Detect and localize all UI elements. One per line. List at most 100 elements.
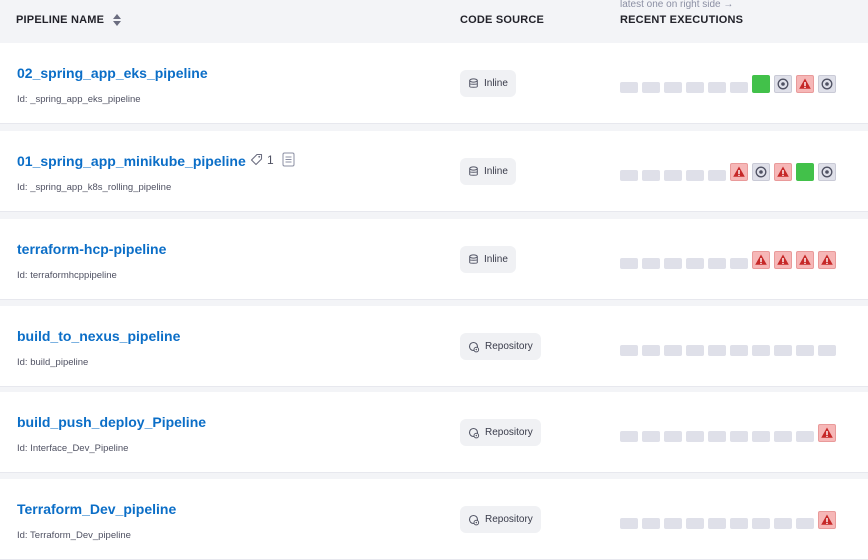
pipeline-row[interactable]: terraform-hcp-pipeline Id: terraformhcppi… (0, 219, 868, 300)
execution-empty[interactable] (796, 431, 814, 442)
repository-icon (468, 341, 480, 352)
execution-empty[interactable] (620, 431, 638, 442)
pipeline-meta: 1 (250, 152, 295, 167)
pipeline-name-link[interactable]: terraform-hcp-pipeline (17, 241, 166, 257)
pipeline-name-link[interactable]: Terraform_Dev_pipeline (17, 501, 176, 517)
execution-empty[interactable] (642, 345, 660, 356)
execution-empty[interactable] (686, 82, 704, 93)
warning-icon (821, 427, 833, 438)
execution-empty[interactable] (642, 258, 660, 269)
execution-empty[interactable] (664, 431, 682, 442)
warning-icon (799, 254, 811, 265)
execution-empty[interactable] (686, 431, 704, 442)
execution-aborted[interactable] (752, 163, 770, 181)
execution-empty[interactable] (620, 82, 638, 93)
execution-empty[interactable] (642, 82, 660, 93)
execution-empty[interactable] (730, 82, 748, 93)
code-source-label: Repository (485, 514, 533, 525)
execution-empty[interactable] (708, 518, 726, 529)
execution-aborted[interactable] (818, 163, 836, 181)
execution-success[interactable] (752, 75, 770, 93)
pipeline-row[interactable]: Terraform_Dev_pipeline Id: Terraform_Dev_… (0, 479, 868, 560)
execution-empty[interactable] (752, 518, 770, 529)
pipeline-id: Id: Terraform_Dev_pipeline (17, 530, 131, 541)
execution-empty[interactable] (664, 518, 682, 529)
code-source-header: CODE SOURCE (460, 14, 545, 26)
execution-empty[interactable] (730, 518, 748, 529)
execution-empty[interactable] (686, 258, 704, 269)
execution-empty[interactable] (752, 345, 770, 356)
notes-icon[interactable] (282, 152, 295, 167)
code-source-badge: Repository (460, 333, 541, 360)
aborted-icon (777, 78, 789, 90)
warning-icon (777, 254, 789, 265)
warning-icon (821, 514, 833, 525)
execution-empty[interactable] (642, 518, 660, 529)
execution-empty[interactable] (708, 82, 726, 93)
repository-icon (468, 514, 480, 525)
aborted-icon (755, 166, 767, 178)
pipeline-row[interactable]: 02_spring_app_eks_pipeline Id: _spring_ap… (0, 43, 868, 124)
code-source-label: Inline (484, 254, 508, 265)
execution-failed[interactable] (774, 251, 792, 269)
execution-failed[interactable] (730, 163, 748, 181)
execution-empty[interactable] (774, 431, 792, 442)
warning-icon (799, 78, 811, 89)
execution-failed[interactable] (818, 511, 836, 529)
execution-empty[interactable] (730, 258, 748, 269)
execution-aborted[interactable] (818, 75, 836, 93)
execution-empty[interactable] (642, 431, 660, 442)
execution-aborted[interactable] (774, 75, 792, 93)
execution-failed[interactable] (818, 424, 836, 442)
code-source-label: Inline (484, 78, 508, 89)
execution-failed[interactable] (774, 163, 792, 181)
pipeline-row[interactable]: build_to_nexus_pipeline Id: build_pipelin… (0, 306, 868, 387)
execution-empty[interactable] (664, 82, 682, 93)
tag-count: 1 (267, 152, 274, 167)
execution-empty[interactable] (818, 345, 836, 356)
pipeline-name-link[interactable]: 02_spring_app_eks_pipeline (17, 65, 208, 81)
code-source-badge: Repository (460, 506, 541, 533)
execution-empty[interactable] (686, 518, 704, 529)
execution-empty[interactable] (774, 518, 792, 529)
pipeline-name-header[interactable]: PIPELINE NAME (16, 14, 104, 26)
execution-empty[interactable] (796, 518, 814, 529)
execution-empty[interactable] (752, 431, 770, 442)
execution-empty[interactable] (708, 170, 726, 181)
execution-empty[interactable] (708, 345, 726, 356)
execution-empty[interactable] (620, 345, 638, 356)
execution-empty[interactable] (620, 258, 638, 269)
pipeline-name-link[interactable]: build_to_nexus_pipeline (17, 328, 180, 344)
execution-empty[interactable] (664, 345, 682, 356)
execution-empty[interactable] (796, 345, 814, 356)
execution-failed[interactable] (752, 251, 770, 269)
execution-empty[interactable] (686, 170, 704, 181)
execution-success[interactable] (796, 163, 814, 181)
execution-empty[interactable] (664, 170, 682, 181)
pipeline-id: Id: build_pipeline (17, 357, 89, 368)
execution-empty[interactable] (620, 518, 638, 529)
execution-empty[interactable] (708, 431, 726, 442)
execution-empty[interactable] (620, 170, 638, 181)
execution-failed[interactable] (818, 251, 836, 269)
execution-empty[interactable] (642, 170, 660, 181)
execution-failed[interactable] (796, 251, 814, 269)
pipeline-name-link[interactable]: 01_spring_app_minikube_pipeline (17, 153, 246, 169)
repository-icon (468, 427, 480, 438)
execution-empty[interactable] (730, 345, 748, 356)
warning-icon (821, 254, 833, 265)
tag-icon[interactable] (250, 153, 263, 166)
execution-failed[interactable] (796, 75, 814, 93)
execution-empty[interactable] (686, 345, 704, 356)
sort-icon[interactable] (112, 13, 122, 27)
inline-icon (469, 166, 478, 176)
execution-empty[interactable] (708, 258, 726, 269)
warning-icon (733, 166, 745, 177)
execution-empty[interactable] (774, 345, 792, 356)
execution-empty[interactable] (730, 431, 748, 442)
pipeline-row[interactable]: build_push_deploy_Pipeline Id: Interface_… (0, 392, 868, 473)
pipeline-row[interactable]: 01_spring_app_minikube_pipeline Id: _spri… (0, 131, 868, 212)
execution-empty[interactable] (664, 258, 682, 269)
pipeline-name-link[interactable]: build_push_deploy_Pipeline (17, 414, 206, 430)
pipeline-id: Id: Interface_Dev_Pipeline (17, 443, 129, 454)
